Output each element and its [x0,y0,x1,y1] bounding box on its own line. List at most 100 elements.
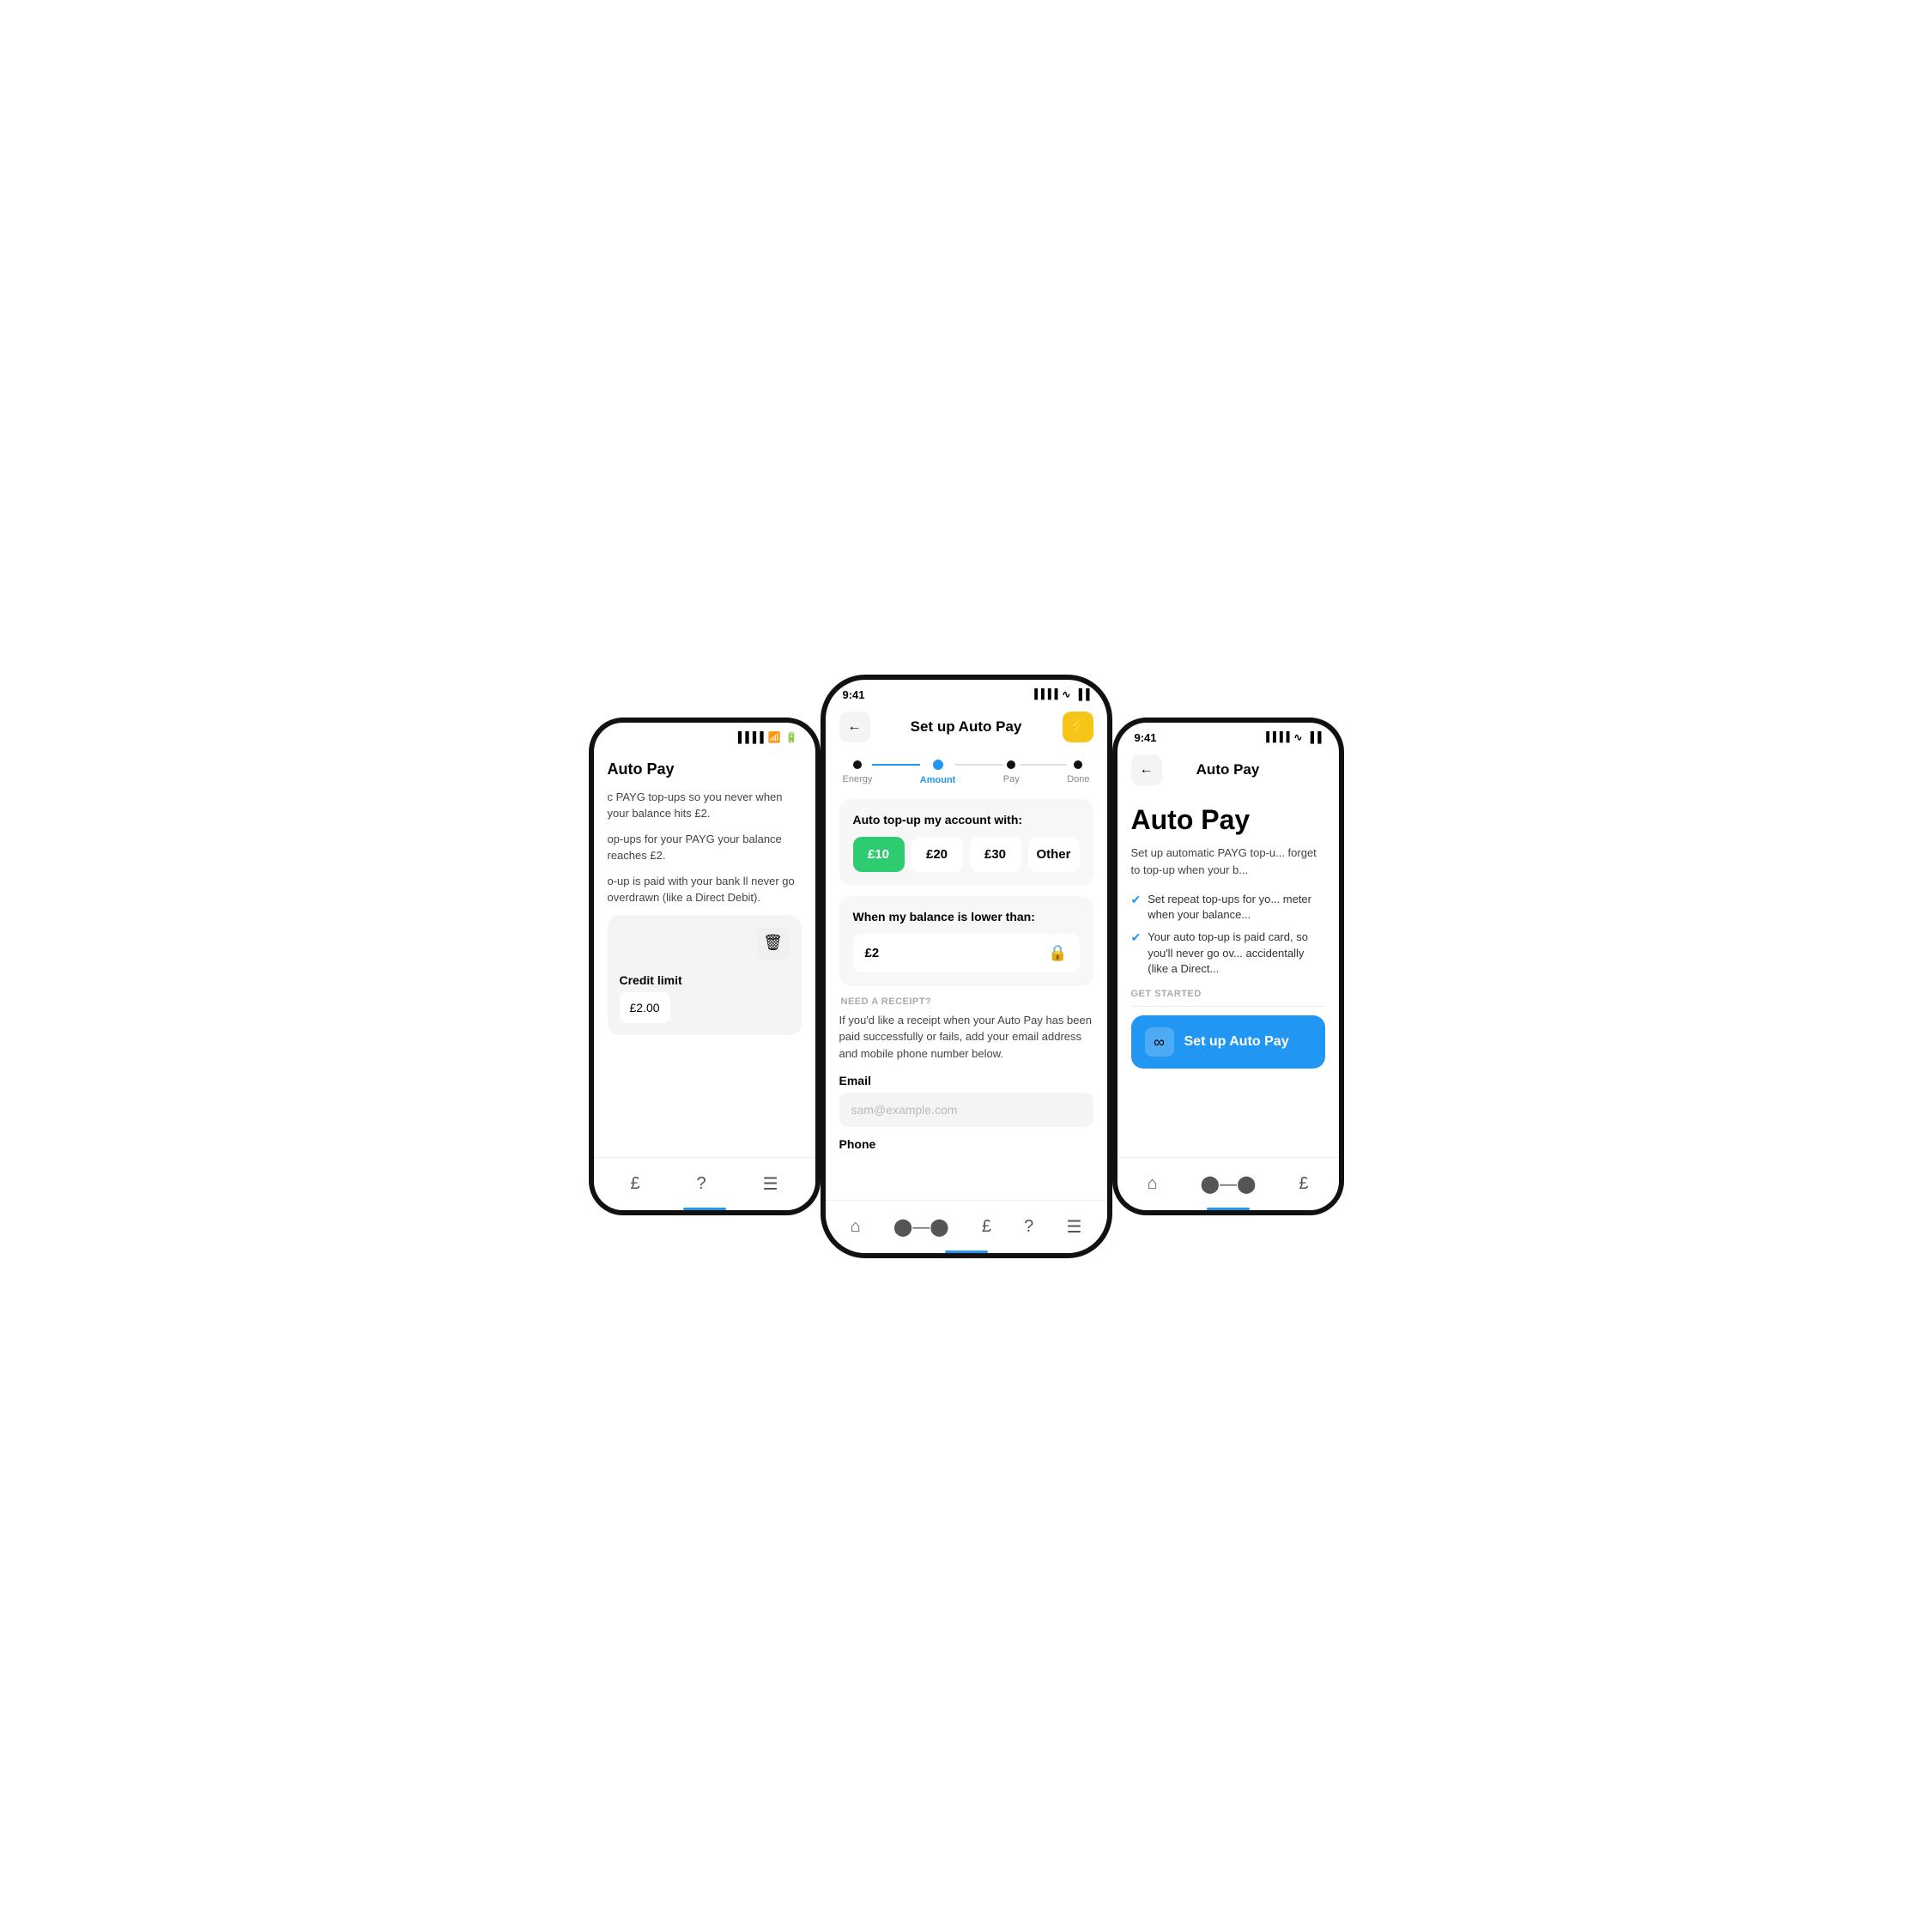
nav-payment-center[interactable]: £ [982,1217,991,1237]
battery-icon: 🔋 [785,731,798,743]
check-text-1: Set repeat top-ups for yo... meter when … [1148,892,1324,923]
step-line-3 [1020,764,1067,766]
center-header: ← Set up Auto Pay ⚡ [826,705,1107,749]
right-header-title: Auto Pay [1196,761,1260,778]
step-dot-amount [933,760,943,770]
home-icon-right: ⌂ [1148,1174,1158,1194]
payment-icon-center: £ [982,1217,991,1237]
nav-help-center[interactable]: ? [1024,1217,1033,1237]
auto-topup-title: Auto top-up my account with: [853,813,1080,827]
left-status-icons: ▐▐▐▐ 📶 🔋 [735,731,798,743]
right-phone: 9:41 ▐▐▐▐ ∿ ▐▐ ← Auto Pay Auto Pay Set u… [1112,718,1344,1215]
balance-field: £2 🔒 [853,934,1080,972]
amount-10-btn[interactable]: £10 [853,837,905,872]
right-header: ← Auto Pay [1117,748,1339,792]
nav-indicator-left [683,1208,726,1210]
amount-20-btn[interactable]: £20 [911,837,963,872]
auto-pay-desc: Set up automatic PAYG top-u... forget to… [1131,845,1325,881]
left-content: Auto Pay c PAYG top-ups so you never whe… [594,747,815,1049]
right-wifi-icon: ∿ [1293,731,1302,743]
right-back-button[interactable]: ← [1131,754,1162,785]
check-icon-2: ✔ [1131,930,1142,945]
step-dot-done [1074,760,1082,769]
step-amount: Amount [920,760,956,785]
nav-home-center[interactable]: ⌂ [851,1217,861,1237]
receipt-desc: If you'd like a receipt when your Auto P… [839,1012,1093,1063]
checklist-item-2: ✔ Your auto top-up is paid card, so you'… [1131,930,1325,977]
center-battery-icon: ▐▐ [1075,688,1089,700]
step-line-1 [872,764,919,766]
left-status-bar: ▐▐▐▐ 📶 🔋 [594,723,815,747]
check-icon-1: ✔ [1131,893,1142,907]
balance-title: When my balance is lower than: [853,910,1080,924]
left-page-title: Auto Pay [608,760,802,778]
right-battery-icon: ▐▐ [1306,731,1321,743]
right-signal-icon: ▐▐▐▐ [1263,732,1289,742]
nav-menu-left[interactable]: ☰ [763,1173,778,1195]
left-phone: ▐▐▐▐ 📶 🔋 Auto Pay c PAYG top-ups so you … [589,718,821,1215]
lock-icon: 🔒 [1048,944,1067,962]
center-status-icons: ▐▐▐▐ ∿ ▐▐ [1031,688,1089,700]
menu-icon: ☰ [763,1173,778,1195]
amount-options: £10 £20 £30 Other [853,837,1080,872]
balance-value: £2 [865,946,880,960]
check-text-2: Your auto top-up is paid card, so you'll… [1148,930,1324,977]
route-icon-right: ⬤—⬤ [1201,1173,1257,1195]
phone-label: Phone [839,1137,1093,1151]
step-pay: Pay [1003,760,1020,784]
nav-route-center[interactable]: ⬤—⬤ [893,1216,949,1238]
signal-icon: ▐▐▐▐ [735,731,764,743]
infinity-icon: ∞ [1145,1027,1174,1057]
checklist-item-1: ✔ Set repeat top-ups for yo... meter whe… [1131,892,1325,923]
credit-value: £2.00 [620,992,670,1023]
step-label-amount: Amount [920,775,956,785]
nav-payment-right[interactable]: £ [1299,1174,1308,1194]
nav-menu-center[interactable]: ☰ [1066,1216,1081,1238]
step-label-energy: Energy [843,774,873,784]
help-icon-center: ? [1024,1217,1033,1237]
center-status-bar: 9:41 ▐▐▐▐ ∿ ▐▐ [826,680,1107,705]
step-label-pay: Pay [1003,774,1020,784]
setup-auto-pay-button[interactable]: ∞ Set up Auto Pay [1131,1015,1325,1069]
nav-home-right[interactable]: ⌂ [1148,1174,1158,1194]
step-energy: Energy [843,760,873,784]
right-time: 9:41 [1135,731,1157,744]
receipt-label: NEED A RECEIPT? [839,996,1093,1007]
left-bottom-nav: £ ? ☰ [594,1157,815,1210]
step-label-done: Done [1067,774,1089,784]
lightning-button[interactable]: ⚡ [1063,712,1093,742]
step-line-2 [955,764,1002,766]
right-status-bar: 9:41 ▐▐▐▐ ∿ ▐▐ [1117,723,1339,748]
step-dot-energy [853,760,862,769]
center-content: Auto top-up my account with: £10 £20 £30… [826,792,1107,1164]
nav-help-left[interactable]: ? [697,1174,706,1194]
nav-indicator-center [945,1251,988,1253]
auto-pay-title: Auto Pay [1131,804,1325,836]
nav-route-right[interactable]: ⬤—⬤ [1201,1173,1257,1195]
amount-other-btn[interactable]: Other [1028,837,1080,872]
balance-card: When my balance is lower than: £2 🔒 [839,896,1093,986]
left-body-text-2: op-ups for your PAYG your balance reache… [608,831,802,864]
home-icon-center: ⌂ [851,1217,861,1237]
amount-30-btn[interactable]: £30 [970,837,1021,872]
left-body-text-1: c PAYG top-ups so you never when your ba… [608,789,802,822]
credit-label: Credit limit [620,973,790,987]
step-dot-pay [1007,760,1015,769]
center-signal-icon: ▐▐▐▐ [1031,689,1057,700]
delete-button[interactable]: 🗑 [757,927,790,960]
left-body-text-3: o-up is paid with your bank ll never go … [608,873,802,906]
payment-icon-right: £ [1299,1174,1308,1194]
left-credit-card: 🗑 Credit limit £2.00 [608,915,802,1035]
center-time: 9:41 [843,688,865,701]
route-icon-center: ⬤—⬤ [893,1216,949,1238]
progress-stepper: Energy Amount Pay Done [826,749,1107,792]
center-wifi-icon: ∿ [1062,688,1070,700]
nav-payment-left[interactable]: £ [630,1174,639,1194]
step-done: Done [1067,760,1089,784]
right-content: Auto Pay Set up automatic PAYG top-u... … [1117,792,1339,1081]
menu-icon-center: ☰ [1066,1216,1081,1238]
email-input[interactable]: sam@example.com [839,1093,1093,1127]
nav-indicator-right [1207,1208,1250,1210]
back-button[interactable]: ← [839,712,870,742]
right-bottom-nav: ⌂ ⬤—⬤ £ [1117,1157,1339,1210]
